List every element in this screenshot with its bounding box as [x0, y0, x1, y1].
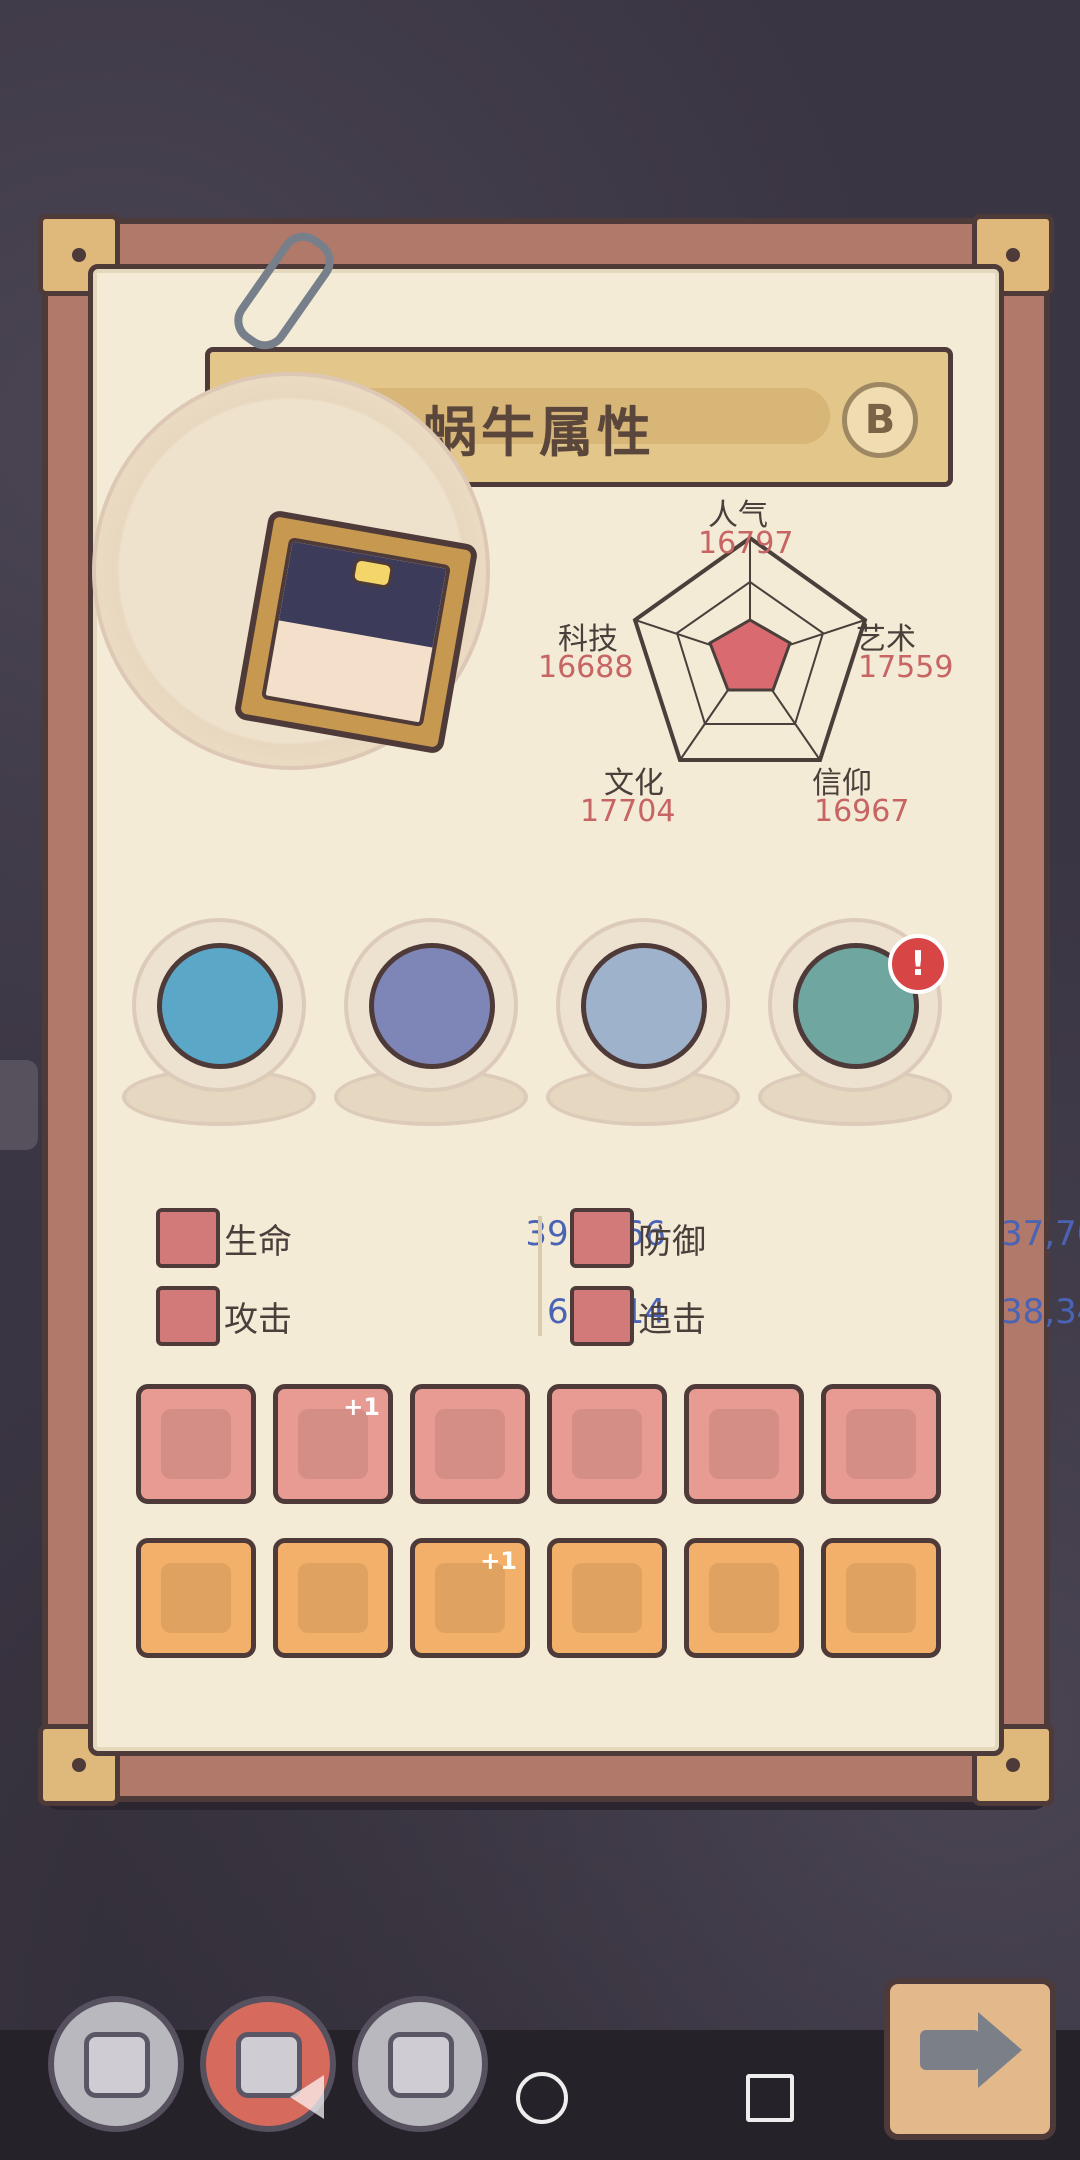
item-slot[interactable]	[684, 1384, 804, 1504]
nav-back-icon[interactable]	[290, 2075, 324, 2119]
stat-hp: 生命 397,566	[156, 1204, 666, 1268]
item-slot[interactable]: +1	[410, 1538, 530, 1658]
equipment-slot-helmet[interactable]	[334, 918, 528, 1126]
stat-attack: 攻击 63,614	[156, 1282, 666, 1346]
stat-divider	[538, 1216, 542, 1336]
hammer-icon	[846, 1409, 916, 1479]
spear-icon	[161, 1563, 231, 1633]
book-icon	[84, 2032, 150, 2098]
nav-home-icon[interactable]	[516, 2072, 568, 2124]
radar-value-art: 17559	[858, 650, 954, 685]
radar-chart	[632, 535, 868, 762]
shield-icon	[846, 1563, 916, 1633]
stat-chase: 追击 38,342	[570, 1282, 1080, 1346]
ring-icon	[572, 1563, 642, 1633]
next-button[interactable]	[884, 1978, 1056, 2140]
item-slot[interactable]	[547, 1538, 667, 1658]
compass-icon	[581, 943, 707, 1069]
item-slot[interactable]	[821, 1384, 941, 1504]
nav-recent-icon[interactable]	[746, 2074, 794, 2122]
helmet-icon	[369, 943, 495, 1069]
alert-icon: !	[888, 934, 948, 994]
stat-defense: 防御 37,701	[570, 1204, 1080, 1268]
item-slot[interactable]	[273, 1538, 393, 1658]
radar-value-tech: 16688	[538, 650, 634, 685]
bracer-icon	[709, 1409, 779, 1479]
arrow-right-icon	[920, 2030, 980, 2070]
item-slot[interactable]	[684, 1538, 804, 1658]
mace-icon	[435, 1409, 505, 1479]
item-slot[interactable]: +1	[273, 1384, 393, 1504]
radar-value-faith: 16967	[814, 794, 910, 829]
upgrade-badge: +1	[480, 1547, 517, 1575]
item-slot[interactable]	[410, 1384, 530, 1504]
grade-badge[interactable]: B	[842, 382, 918, 458]
side-tab[interactable]	[0, 1060, 38, 1150]
swords-icon	[298, 1563, 368, 1633]
avatar[interactable]	[233, 509, 479, 755]
upgrade-badge: +1	[343, 1393, 380, 1421]
bottom-tab-1[interactable]	[48, 1996, 184, 2132]
item-slot[interactable]	[136, 1538, 256, 1658]
chase-icon	[570, 1286, 634, 1346]
equipment-slot-orb[interactable]: !	[758, 918, 952, 1126]
equipment-slot-compass[interactable]	[546, 918, 740, 1126]
crossbow-icon	[572, 1409, 642, 1479]
radar-values-shape	[708, 618, 792, 692]
bottom-tab-3[interactable]	[352, 1996, 488, 2132]
shark-icon	[157, 943, 283, 1069]
attack-icon	[156, 1286, 220, 1346]
radar-value-culture: 17704	[580, 794, 676, 829]
equipment-slot-shark[interactable]	[122, 918, 316, 1126]
item-slot[interactable]	[821, 1538, 941, 1658]
serpent-staff-icon	[161, 1409, 231, 1479]
bandage-torso-icon	[709, 1563, 779, 1633]
item-slot[interactable]	[547, 1384, 667, 1504]
radar-value-popularity: 16797	[698, 526, 794, 561]
health-icon	[156, 1208, 220, 1268]
gear-icon	[388, 2032, 454, 2098]
item-slot[interactable]	[136, 1384, 256, 1504]
defense-icon	[570, 1208, 634, 1268]
